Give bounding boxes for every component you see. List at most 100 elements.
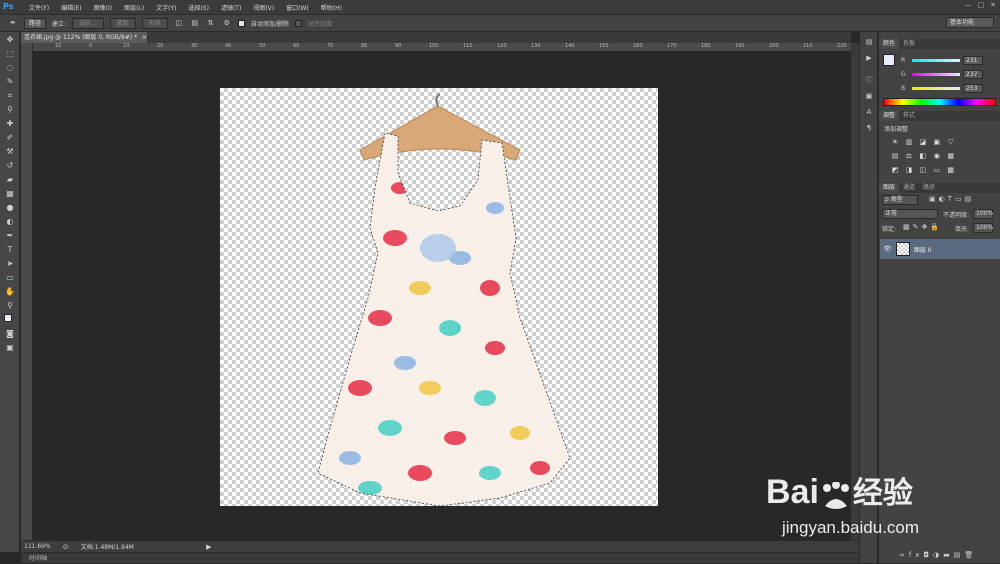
history-brush-tool-icon[interactable]: ↺ [3, 159, 17, 172]
posterize-icon[interactable]: ◨ [904, 165, 914, 175]
tab-channels[interactable]: 通道 [899, 183, 919, 193]
color-spectrum-bar[interactable] [883, 98, 996, 106]
tab-swatches[interactable]: 色板 [899, 39, 919, 49]
close-button[interactable]: ✕ [990, 1, 996, 9]
screen-mode-icon[interactable]: ▣ [3, 341, 17, 354]
maximize-button[interactable]: □ [978, 1, 985, 9]
hue-saturation-icon[interactable]: ▤ [890, 151, 900, 161]
lasso-tool-icon[interactable]: ◌ [3, 61, 17, 74]
quick-select-tool-icon[interactable]: ✎ [3, 75, 17, 88]
move-tool-icon[interactable]: ✥ [3, 33, 17, 46]
pen-tool-icon[interactable]: ✒ [3, 229, 17, 242]
group-icon[interactable]: ▬ [943, 551, 954, 559]
link-layers-icon[interactable]: ∞ [899, 551, 909, 559]
new-layer-icon[interactable]: ▤ [954, 551, 965, 559]
info-panel-icon[interactable]: ⓘ [863, 74, 875, 86]
invert-icon[interactable]: ◩ [890, 165, 900, 175]
pen-mode-select[interactable]: 路径 [24, 17, 47, 29]
menu-help[interactable]: 帮助(H) [315, 3, 348, 12]
color-swatches-icon[interactable] [3, 313, 17, 326]
opacity-input[interactable]: 100% [973, 209, 993, 219]
gradient-map-icon[interactable]: ▭ [932, 165, 942, 175]
brush-tool-icon[interactable]: ✐ [3, 131, 17, 144]
healing-tool-icon[interactable]: ✚ [3, 117, 17, 130]
timeline-panel[interactable]: 时间轴 [21, 552, 859, 563]
fill-input[interactable]: 100% [973, 223, 993, 233]
zoom-level[interactable]: 111.69% [24, 543, 51, 550]
foreground-swatch[interactable] [883, 54, 895, 66]
gear-icon[interactable]: ⚙ [222, 18, 232, 28]
align-edges-checkbox[interactable] [294, 19, 302, 27]
curves-icon[interactable]: ◪ [918, 137, 928, 147]
minimize-button[interactable]: — [965, 1, 972, 9]
vibrance-icon[interactable]: ▽ [946, 137, 956, 147]
selective-color-icon[interactable]: ▩ [946, 165, 956, 175]
type-tool-icon[interactable]: T [3, 243, 17, 256]
status-menu-arrow-icon[interactable]: ▶ [204, 542, 214, 552]
lock-icons[interactable]: ▦✎✥🔒 [903, 223, 942, 231]
pen-tool-icon[interactable]: ✒ [8, 18, 18, 28]
channel-g-value[interactable]: 237 [963, 70, 983, 79]
eye-icon[interactable]: 👁 [883, 245, 892, 253]
channel-r-value[interactable]: 231 [963, 56, 983, 65]
shape-tool-icon[interactable]: ▭ [3, 271, 17, 284]
eraser-tool-icon[interactable]: ▰ [3, 173, 17, 186]
properties-panel-icon[interactable]: ▣ [863, 90, 875, 102]
channel-mixer-icon[interactable]: ▦ [946, 151, 956, 161]
dodge-tool-icon[interactable]: ◐ [3, 215, 17, 228]
share-icon[interactable]: ⊙ [61, 542, 71, 552]
menu-view[interactable]: 视图(V) [247, 3, 280, 12]
adjustment-layer-icon[interactable]: ◑ [933, 551, 943, 559]
workspace-select[interactable]: 基本功能 [946, 17, 994, 28]
menu-image[interactable]: 图像(I) [88, 3, 118, 12]
menu-select[interactable]: 选择(S) [182, 3, 215, 12]
make-selection-button[interactable]: 选区... [72, 17, 104, 29]
eyedropper-tool-icon[interactable]: ⚲ [3, 103, 17, 116]
color-balance-icon[interactable]: ⚖ [904, 151, 914, 161]
make-shape-button[interactable]: 形状 [141, 17, 168, 29]
menu-type[interactable]: 文字(Y) [150, 3, 182, 12]
actions-panel-icon[interactable]: ▶ [863, 52, 875, 64]
menu-file[interactable]: 文件(F) [23, 3, 55, 12]
black-white-icon[interactable]: ◧ [918, 151, 928, 161]
layer-style-icon[interactable]: fx [909, 551, 924, 559]
tab-paths[interactable]: 路径 [919, 183, 939, 193]
blur-tool-icon[interactable]: ● [3, 201, 17, 214]
tab-styles[interactable]: 样式 [899, 111, 919, 121]
layer-filter-icons[interactable]: ▣◐T▭▤ [929, 195, 974, 203]
channel-r-slider[interactable] [912, 59, 960, 62]
blend-mode-select[interactable]: 正常 [882, 209, 938, 219]
path-select-tool-icon[interactable]: ➤ [3, 257, 17, 270]
path-arrangement-icon[interactable]: ⇅ [206, 18, 216, 28]
threshold-icon[interactable]: ◫ [918, 165, 928, 175]
menu-edit[interactable]: 编辑(E) [55, 3, 87, 12]
stamp-tool-icon[interactable]: ⚒ [3, 145, 17, 158]
channel-b-slider[interactable] [912, 87, 960, 90]
trash-icon[interactable]: 🗑 [964, 551, 977, 559]
levels-icon[interactable]: ▥ [904, 137, 914, 147]
layer-mask-icon[interactable]: ◘ [923, 551, 933, 559]
path-alignment-icon[interactable]: ▤ [190, 18, 200, 28]
quick-mask-icon[interactable]: ◙ [3, 327, 17, 340]
layer-filter-select[interactable]: ρ 类型 [882, 195, 918, 205]
gradient-tool-icon[interactable]: ▦ [3, 187, 17, 200]
make-mask-button[interactable]: 蒙版 [109, 17, 136, 29]
tab-adjustments[interactable]: 调整 [879, 111, 900, 121]
marquee-tool-icon[interactable]: ⬚ [3, 47, 17, 60]
document-tab[interactable]: 连衣裙.jpg @ 112% (图层 0, RGB/8#) * × [21, 32, 147, 43]
tab-layers[interactable]: 图层 [879, 183, 900, 193]
hand-tool-icon[interactable]: ✋ [3, 285, 17, 298]
path-operations-icon[interactable]: ◫ [174, 18, 184, 28]
character-panel-icon[interactable]: A [863, 106, 875, 118]
auto-add-delete-checkbox[interactable] [237, 19, 245, 27]
crop-tool-icon[interactable]: ⌗ [3, 89, 17, 102]
menu-filter[interactable]: 滤镜(T) [215, 3, 247, 12]
zoom-tool-icon[interactable]: ⚲ [3, 299, 17, 312]
history-panel-icon[interactable]: ▤ [863, 36, 875, 48]
exposure-icon[interactable]: ▣ [932, 137, 942, 147]
photo-filter-icon[interactable]: ◉ [932, 151, 942, 161]
channel-g-slider[interactable] [912, 73, 960, 76]
document-canvas[interactable] [220, 88, 658, 506]
channel-b-value[interactable]: 253 [963, 84, 983, 93]
brightness-icon[interactable]: ☀ [890, 137, 900, 147]
